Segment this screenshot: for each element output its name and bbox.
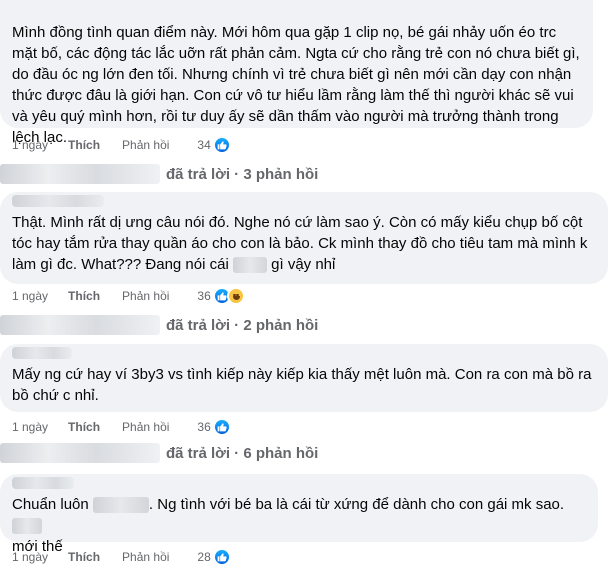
author-name[interactable] xyxy=(12,347,72,359)
comment-actions: 1 ngày Thích Phản hồi 28 xyxy=(12,548,231,566)
reaction-count[interactable]: 36 xyxy=(197,289,210,303)
redacted-word xyxy=(232,257,267,274)
view-replies-link[interactable]: đã trả lời · 2 phản hồi xyxy=(0,314,318,336)
comment-bubble: Chuẩn luôn . Ng tình với bé ba là cái từ… xyxy=(0,474,598,555)
like-icon[interactable] xyxy=(212,418,231,436)
view-replies-link[interactable]: đã trả lời · 6 phản hồi xyxy=(0,442,318,464)
replier-avatars xyxy=(0,443,160,463)
comment-text-middle: . Ng tình với bé ba là cái từ xứng để dà… xyxy=(148,496,565,513)
comment-bubble: Mấy ng cứ hay ví 3by3 vs tình kiếp này k… xyxy=(0,344,608,412)
comment-text-tail: gì vậy nhỉ xyxy=(271,256,336,273)
comment-text: Mấy ng cứ hay ví 3by3 vs tình kiếp này k… xyxy=(12,366,592,404)
haha-icon[interactable] xyxy=(226,287,245,305)
comment-time[interactable]: 1 ngày xyxy=(12,420,48,434)
replies-count-text[interactable]: đã trả lời · 6 phản hồi xyxy=(166,445,318,462)
reaction-count[interactable]: 36 xyxy=(197,420,210,434)
replier-avatars xyxy=(0,164,160,184)
like-icon[interactable] xyxy=(212,548,231,566)
replies-count-text[interactable]: đã trả lời · 2 phản hồi xyxy=(166,317,318,334)
comment-time[interactable]: 1 ngày xyxy=(12,138,48,152)
replies-count-text[interactable]: đã trả lời · 3 phản hồi xyxy=(166,166,318,183)
redacted-word xyxy=(12,518,42,535)
comment-actions: 1 ngày Thích Phản hồi 36 xyxy=(12,287,245,305)
comment-bubble: Thật. Mình rất dị ưng câu nói đó. Nghe n… xyxy=(0,192,608,284)
comment-text: Mình đồng tình quan điểm này. Mới hôm qu… xyxy=(12,24,580,146)
like-icon[interactable] xyxy=(212,136,231,154)
comment-time[interactable]: 1 ngày xyxy=(12,289,48,303)
reply-button[interactable]: Phản hồi xyxy=(122,420,169,434)
author-name[interactable] xyxy=(12,477,74,489)
comment-text: Chuẩn luôn xyxy=(12,496,89,513)
redacted-name xyxy=(92,497,149,514)
view-replies-link[interactable]: đã trả lời · 3 phản hồi xyxy=(0,163,318,185)
like-button[interactable]: Thích xyxy=(68,138,100,152)
reply-button[interactable]: Phản hồi xyxy=(122,550,169,564)
author-name[interactable] xyxy=(12,195,104,207)
like-button[interactable]: Thích xyxy=(68,550,100,564)
comment-bubble: Mình đồng tình quan điểm này. Mới hôm qu… xyxy=(0,0,593,146)
comment-actions: 1 ngày Thích Phản hồi 34 xyxy=(12,136,231,154)
like-button[interactable]: Thích xyxy=(68,289,100,303)
reply-button[interactable]: Phản hồi xyxy=(122,289,169,303)
comment-time[interactable]: 1 ngày xyxy=(12,550,48,564)
reaction-count[interactable]: 34 xyxy=(197,138,210,152)
like-button[interactable]: Thích xyxy=(68,420,100,434)
reaction-count[interactable]: 28 xyxy=(197,550,210,564)
comment-actions: 1 ngày Thích Phản hồi 36 xyxy=(12,418,231,436)
reply-button[interactable]: Phản hồi xyxy=(122,138,169,152)
replier-avatars xyxy=(0,315,160,335)
